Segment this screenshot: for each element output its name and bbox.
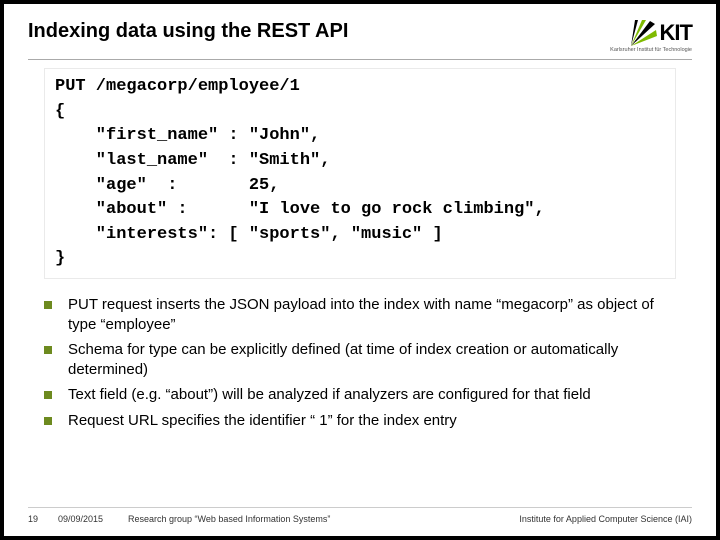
bullet-icon xyxy=(44,346,52,354)
list-item: PUT request inserts the JSON payload int… xyxy=(44,295,686,334)
fan-icon xyxy=(631,20,657,46)
bullet-icon xyxy=(44,391,52,399)
list-item: Request URL specifies the identifier “ 1… xyxy=(44,411,686,431)
logo-subtitle: Karlsruher Institut für Technologie xyxy=(610,47,692,53)
page-number: 19 xyxy=(28,514,58,524)
list-item: Schema for type can be explicitly define… xyxy=(44,340,686,379)
bullet-text: Text field (e.g. “about”) will be analyz… xyxy=(68,385,591,405)
footer: 19 09/09/2015 Research group “Web based … xyxy=(4,514,716,524)
kit-logo: KIT Karlsruher Institut für Technologie xyxy=(610,20,692,53)
header: Indexing data using the REST API KIT Kar… xyxy=(4,4,716,59)
code-block: PUT /megacorp/employee/1 { "first_name" … xyxy=(44,68,676,279)
logo-mark: KIT xyxy=(631,20,692,46)
bullet-list: PUT request inserts the JSON payload int… xyxy=(44,295,686,430)
header-rule xyxy=(28,59,692,60)
footer-group: Research group “Web based Information Sy… xyxy=(128,514,519,524)
bullet-text: PUT request inserts the JSON payload int… xyxy=(68,295,686,334)
bullet-text: Request URL specifies the identifier “ 1… xyxy=(68,411,457,431)
bullet-icon xyxy=(44,417,52,425)
page-title: Indexing data using the REST API xyxy=(28,20,348,43)
bullet-icon xyxy=(44,301,52,309)
footer-institute: Institute for Applied Computer Science (… xyxy=(519,514,692,524)
logo-text: KIT xyxy=(660,20,692,46)
list-item: Text field (e.g. “about”) will be analyz… xyxy=(44,385,686,405)
bullet-text: Schema for type can be explicitly define… xyxy=(68,340,686,379)
footer-date: 09/09/2015 xyxy=(58,514,128,524)
slide: Indexing data using the REST API KIT Kar… xyxy=(4,4,716,536)
footer-rule xyxy=(28,507,692,508)
